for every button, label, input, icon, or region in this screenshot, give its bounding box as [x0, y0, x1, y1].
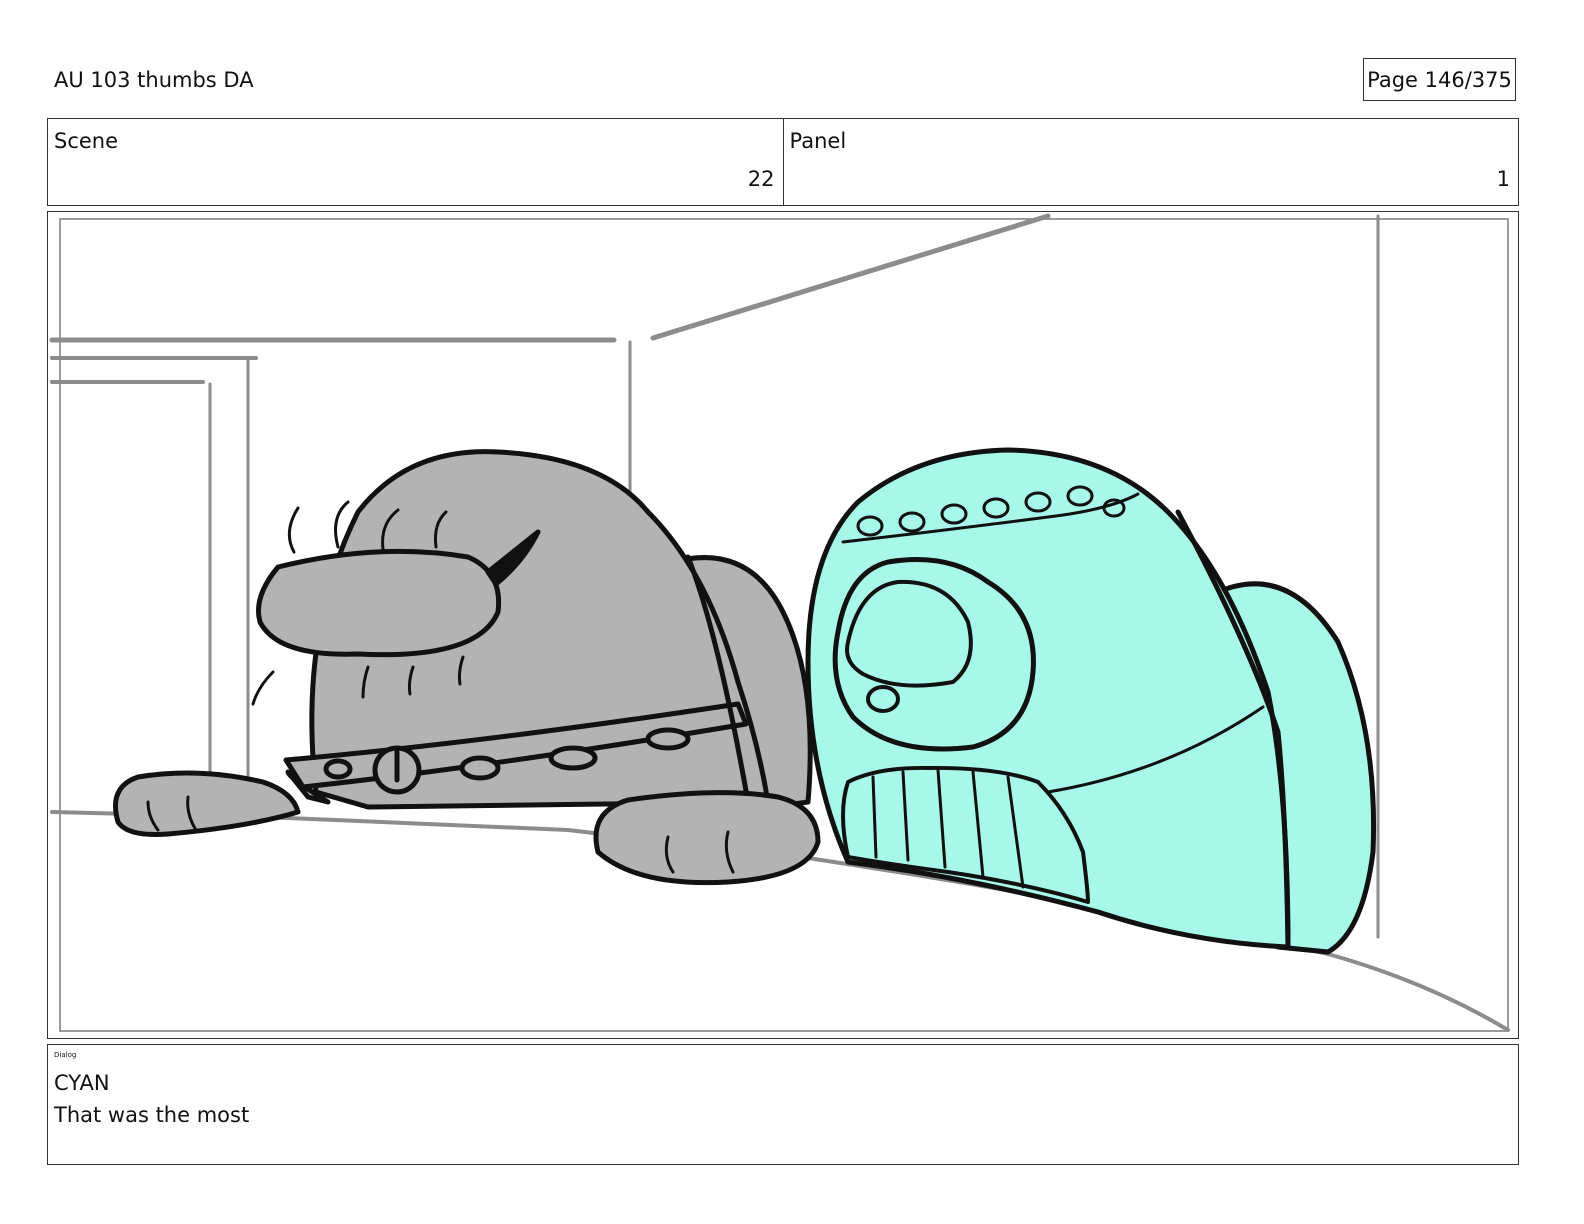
scene-label: Scene: [54, 129, 119, 153]
dialog-box: Dialog CYAN That was the most: [47, 1044, 1519, 1165]
panel-label: Panel: [789, 129, 847, 153]
document-title: AU 103 thumbs DA: [54, 68, 254, 92]
scene-number: 22: [747, 167, 775, 191]
cyan-character: [805, 447, 1377, 955]
page-indicator: Page 146/375: [1363, 58, 1516, 101]
storyboard-panel: [47, 211, 1519, 1039]
scene-panel-info: Scene 22 Panel 1: [47, 118, 1519, 206]
dialog-label: Dialog: [54, 1051, 77, 1059]
storyboard-drawing: [49, 213, 1510, 1032]
dialog-speaker: CYAN: [54, 1071, 110, 1095]
scene-cell: Scene 22: [48, 119, 783, 205]
dialog-line: That was the most: [54, 1103, 250, 1127]
gray-character: [113, 449, 821, 886]
panel-cell: Panel 1: [782, 119, 1519, 205]
panel-number: 1: [1496, 167, 1510, 191]
